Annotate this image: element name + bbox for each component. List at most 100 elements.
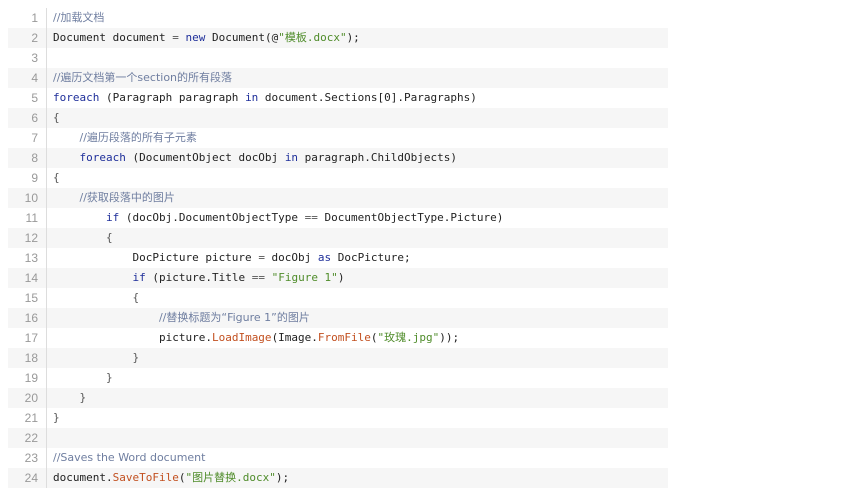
- code-line: 4 //遍历文档第一个section的所有段落: [8, 68, 668, 88]
- line-number: 16: [8, 308, 47, 328]
- line-number: 21: [8, 408, 47, 428]
- line-number: 17: [8, 328, 47, 348]
- code-token-plain: (picture.Title: [145, 271, 252, 284]
- line-number: 10: [8, 188, 47, 208]
- line-number: 5: [8, 88, 47, 108]
- line-number: 23: [8, 448, 47, 468]
- line-number: 15: [8, 288, 47, 308]
- code-token-op: }: [53, 411, 60, 424]
- code-token-op: ==: [304, 211, 318, 224]
- code-token-plain: docObj: [264, 251, 318, 264]
- code-token-plain: DocPicture picture: [53, 251, 259, 264]
- line-number: 11: [8, 208, 47, 228]
- code-token-keyword: if: [132, 271, 146, 284]
- code-text: }: [47, 368, 668, 388]
- code-line: 5 foreach (Paragraph paragraph in documen…: [8, 88, 668, 108]
- code-token-comment: //Saves the Word document: [53, 451, 206, 464]
- code-line: 13 DocPicture picture = docObj as DocPic…: [8, 248, 668, 268]
- code-line: 15 {: [8, 288, 668, 308]
- code-line: 12 {: [8, 228, 668, 248]
- code-token-keyword: if: [105, 211, 120, 224]
- code-text: //获取段落中的图片: [47, 188, 668, 208]
- code-line: 23 //Saves the Word document: [8, 448, 668, 468]
- code-text: {: [47, 108, 668, 128]
- code-token-op: =: [172, 31, 179, 44]
- code-token-string: "图片替换.docx": [185, 471, 276, 484]
- code-text: if (docObj.DocumentObjectType == Documen…: [47, 208, 668, 228]
- code-token-method: LoadImage: [211, 331, 272, 344]
- code-token-op: ==: [251, 271, 265, 284]
- code-token-op: }: [132, 351, 140, 364]
- code-text: //替换标题为“Figure 1”的图片: [47, 308, 668, 328]
- code-token-comment: //加载文档: [53, 11, 105, 24]
- code-token-op: }: [105, 371, 113, 384]
- code-token-keyword: in: [245, 91, 259, 104]
- code-token-plain: Document(@: [205, 31, 279, 44]
- code-token-op: {: [53, 171, 60, 184]
- code-token-comment: //遍历文档第一个section的所有段落: [53, 71, 233, 84]
- code-block: 1 //加载文档 2 Document document = new Document…: [8, 8, 668, 488]
- code-text: foreach (Paragraph paragraph in document…: [47, 88, 668, 108]
- code-token-keyword: foreach: [79, 151, 126, 164]
- code-line: 9{: [8, 168, 668, 188]
- line-number: 18: [8, 348, 47, 368]
- code-token-plain: paragraph.ChildObjects): [298, 151, 458, 164]
- code-line: 2 Document document = new Document(@"模板.d…: [8, 28, 668, 48]
- code-line: 3: [8, 48, 668, 68]
- code-line: 21}: [8, 408, 668, 428]
- code-line: 7 //遍历段落的所有子元素: [8, 128, 668, 148]
- line-number: 1: [8, 8, 47, 28]
- code-token-op: }: [79, 391, 87, 404]
- code-text: //遍历段落的所有子元素: [47, 128, 668, 148]
- line-number: 19: [8, 368, 47, 388]
- code-text: }: [47, 408, 668, 428]
- code-text: //Saves the Word document: [47, 448, 668, 468]
- code-token-keyword: new: [185, 31, 206, 44]
- code-line: 10 //获取段落中的图片: [8, 188, 668, 208]
- code-text: picture.LoadImage(Image.FromFile("玫瑰.jpg…: [47, 328, 668, 348]
- code-line: 8 foreach (DocumentObject docObj in para…: [8, 148, 668, 168]
- code-token-plain: ): [337, 271, 345, 284]
- line-number: 24: [8, 468, 47, 488]
- code-line: 20 }: [8, 388, 668, 408]
- code-line: 6{: [8, 108, 668, 128]
- code-token-plain: (DocumentObject docObj: [125, 151, 285, 164]
- code-text: {: [47, 168, 668, 188]
- code-token-plain: picture.: [53, 331, 212, 344]
- code-token-comment: //替换标题为“Figure 1”的图片: [158, 311, 310, 324]
- code-text: {: [47, 228, 668, 248]
- code-line: 11 if (docObj.DocumentObjectType == Docu…: [8, 208, 668, 228]
- code-token-plain: document.Sections[0].Paragraphs): [258, 91, 477, 104]
- code-token-plain: DocumentObjectType.Picture): [317, 211, 504, 224]
- code-token-plain: (docObj.DocumentObjectType: [119, 211, 305, 224]
- code-token-keyword: as: [317, 251, 332, 264]
- code-text: DocPicture picture = docObj as DocPictur…: [47, 248, 668, 268]
- code-line: 14 if (picture.Title == "Figure 1"): [8, 268, 668, 288]
- code-text: document.SaveToFile("图片替换.docx");: [47, 468, 668, 488]
- code-token-plain: Document document: [53, 31, 173, 44]
- code-token-plain: (Image.: [271, 331, 318, 344]
- code-token-plain: );: [346, 31, 360, 44]
- line-number: 2: [8, 28, 47, 48]
- line-number: 6: [8, 108, 47, 128]
- code-token-plain: ));: [439, 331, 460, 344]
- code-token-plain: (Paragraph paragraph: [99, 91, 246, 104]
- code-text: foreach (DocumentObject docObj in paragr…: [47, 148, 668, 168]
- code-line: 1 //加载文档: [8, 8, 668, 28]
- line-number: 4: [8, 68, 47, 88]
- code-line: 19 }: [8, 368, 668, 388]
- code-token-op: =: [258, 251, 265, 264]
- code-text: //遍历文档第一个section的所有段落: [47, 68, 668, 88]
- line-number: 14: [8, 268, 47, 288]
